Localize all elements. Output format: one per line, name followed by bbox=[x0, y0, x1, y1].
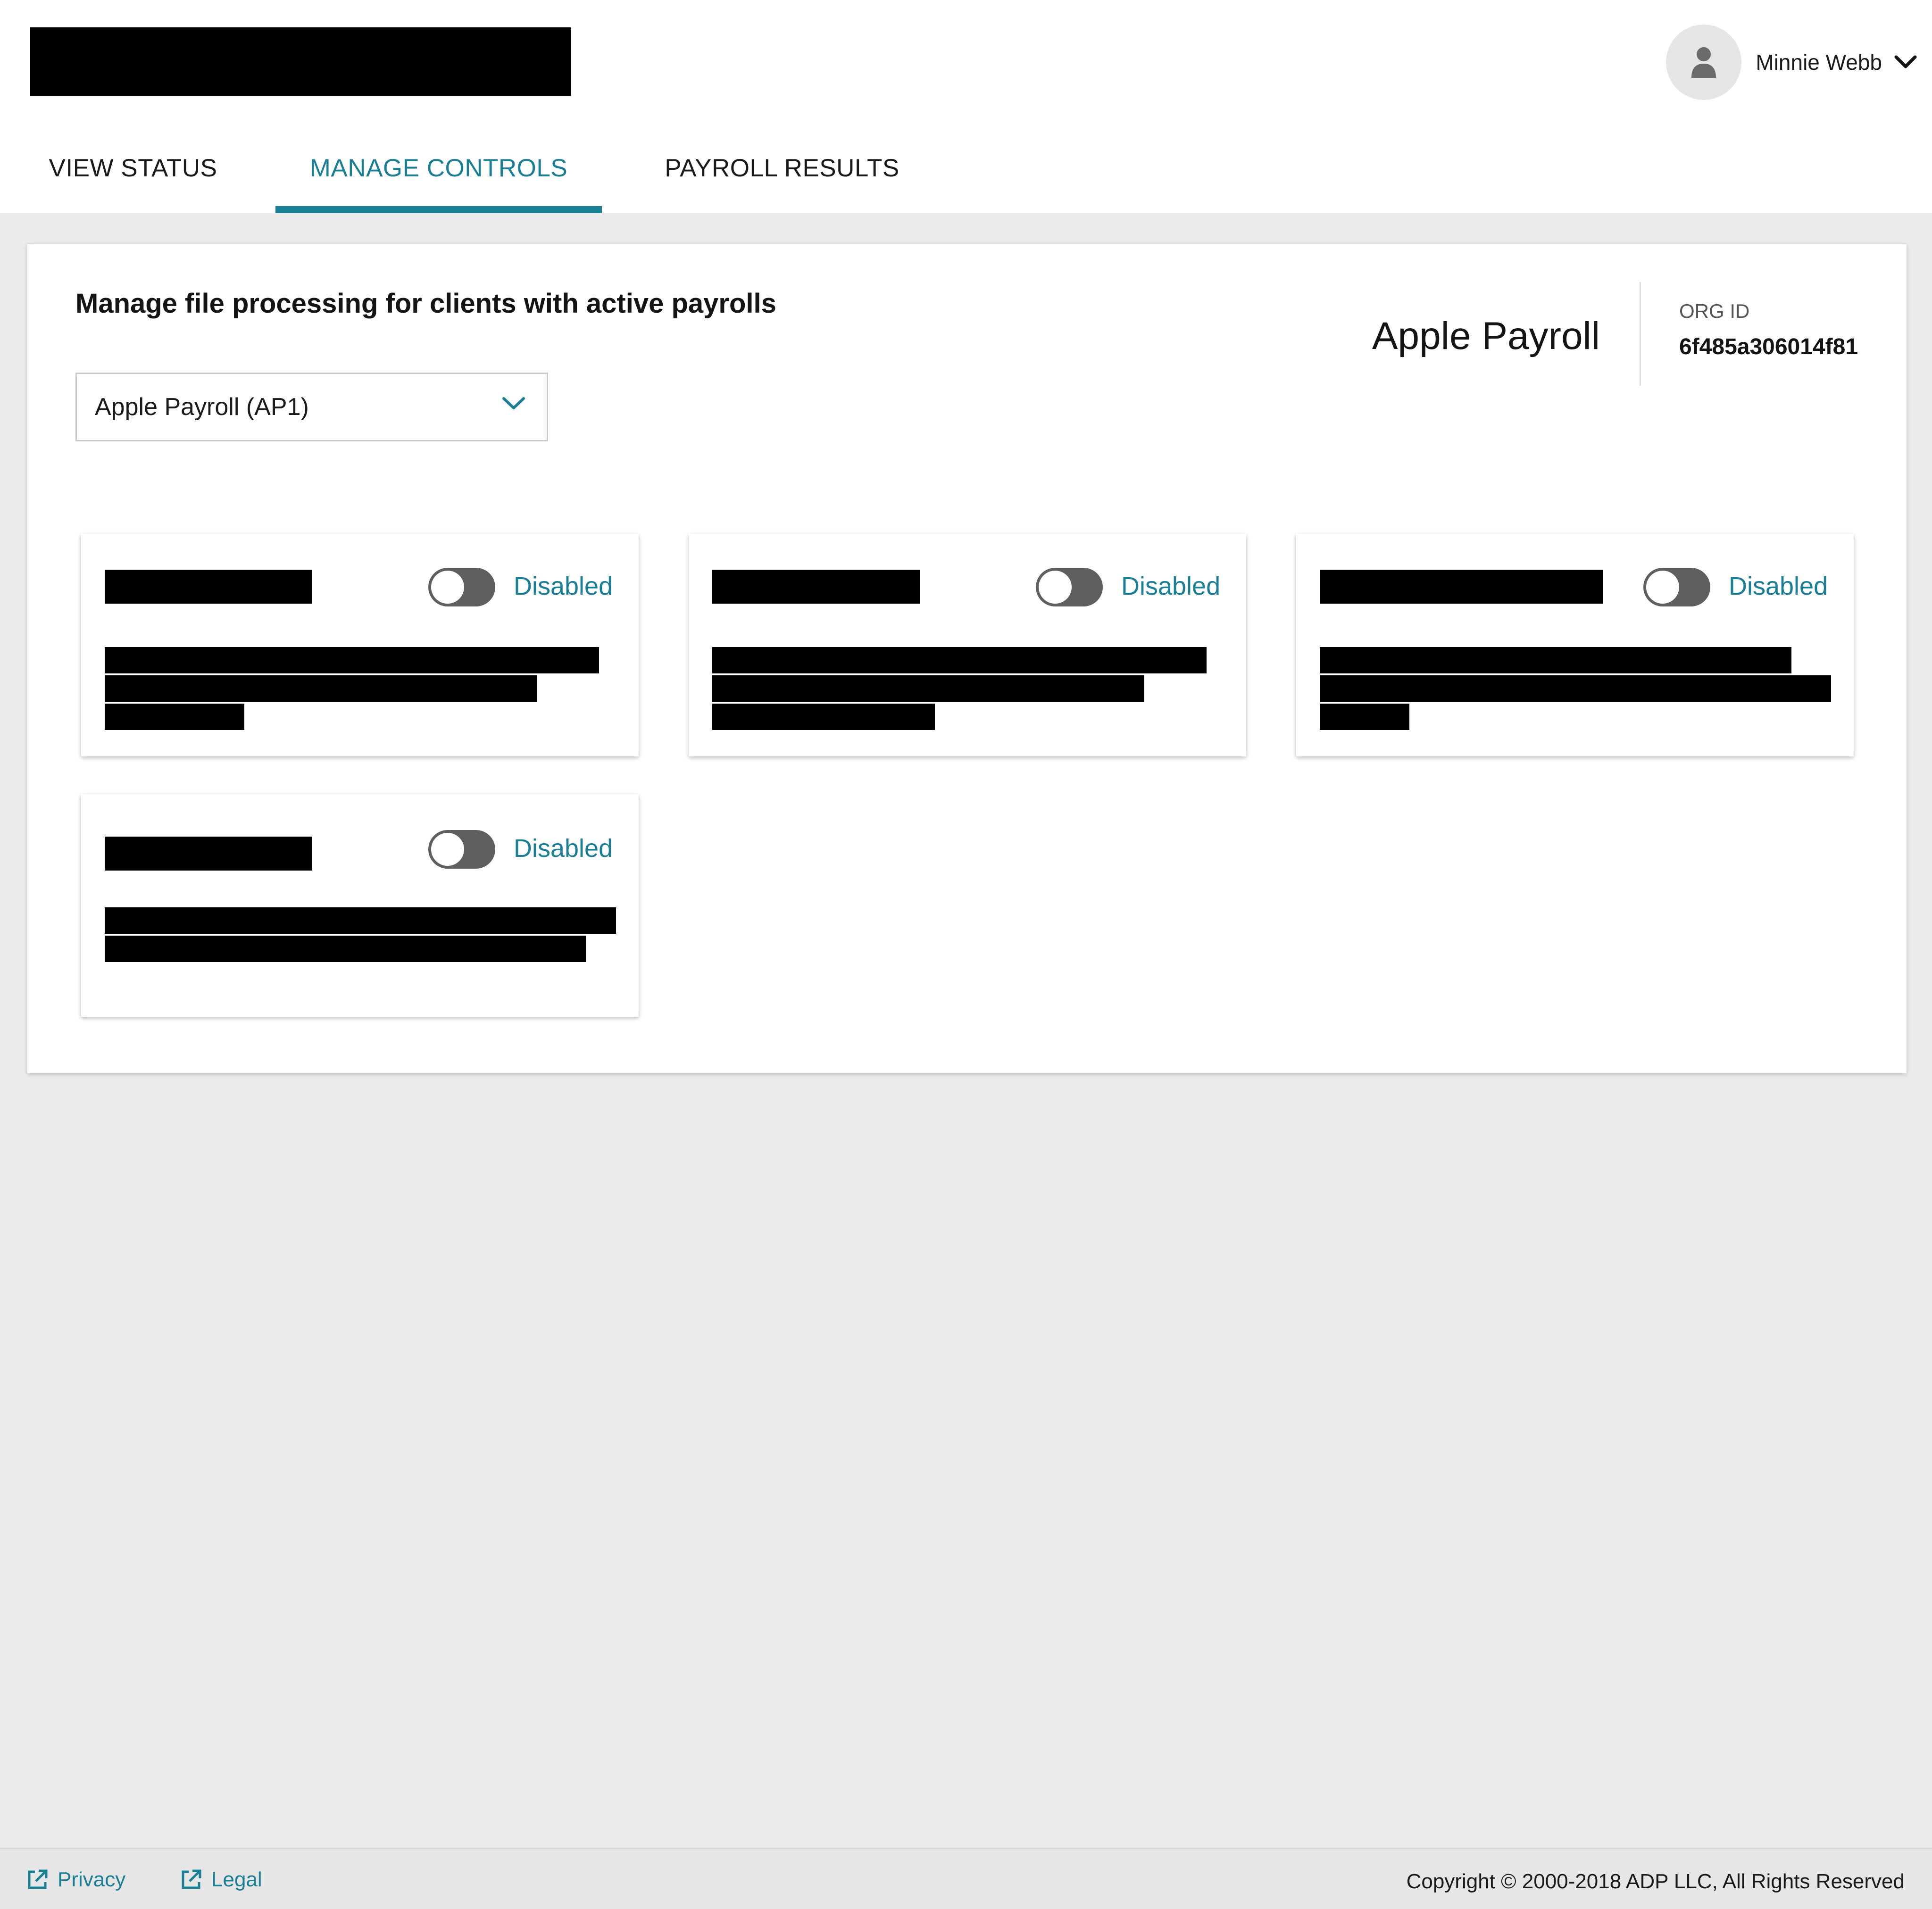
footer: Privacy Legal Copyright © 2000-2018 ADP … bbox=[0, 1848, 1932, 1909]
redacted-text bbox=[105, 704, 244, 730]
redacted-text bbox=[105, 907, 616, 934]
control-toggle[interactable] bbox=[428, 568, 495, 606]
control-card: Disabled bbox=[81, 534, 639, 756]
user-name[interactable]: Minnie Webb bbox=[1756, 50, 1882, 75]
page-title: Manage file processing for clients with … bbox=[75, 288, 776, 319]
tab-bar: VIEW STATUS MANAGE CONTROLS PAYROLL RESU… bbox=[0, 123, 1932, 213]
org-id-label: ORG ID bbox=[1679, 300, 1750, 322]
redacted-text bbox=[1320, 647, 1791, 673]
header: Minnie Webb VIEW STATUS MANAGE CONTROLS … bbox=[0, 0, 1932, 213]
toggle-knob bbox=[431, 571, 464, 604]
redacted-text bbox=[105, 936, 586, 962]
control-toggle[interactable] bbox=[1643, 568, 1710, 606]
privacy-link[interactable]: Privacy bbox=[25, 1868, 125, 1892]
tab-label: MANAGE CONTROLS bbox=[309, 154, 568, 182]
control-toggle[interactable] bbox=[1036, 568, 1103, 606]
redacted-text bbox=[712, 704, 935, 730]
redacted-title bbox=[1320, 570, 1603, 604]
redacted-text bbox=[1320, 704, 1409, 730]
redacted-text bbox=[1320, 675, 1831, 702]
client-select-value: Apple Payroll (AP1) bbox=[95, 393, 309, 421]
redacted-title bbox=[105, 570, 312, 604]
redacted-text bbox=[712, 647, 1207, 673]
redacted-title bbox=[105, 837, 312, 871]
external-link-icon bbox=[28, 1869, 48, 1889]
control-toggle[interactable] bbox=[428, 830, 495, 869]
tab-manage-controls[interactable]: MANAGE CONTROLS bbox=[275, 123, 602, 213]
org-id-value: 6f485a306014f81 bbox=[1679, 334, 1858, 359]
tab-label: PAYROLL RESULTS bbox=[665, 154, 899, 182]
client-select[interactable]: Apple Payroll (AP1) bbox=[75, 373, 548, 441]
app-root: Minnie Webb VIEW STATUS MANAGE CONTROLS … bbox=[0, 0, 1932, 1909]
redacted-text bbox=[712, 675, 1144, 702]
tab-label: VIEW STATUS bbox=[49, 154, 217, 182]
toggle-status[interactable]: Disabled bbox=[1121, 572, 1220, 601]
control-card: Disabled bbox=[1296, 534, 1854, 756]
tab-view-status[interactable]: VIEW STATUS bbox=[37, 123, 229, 213]
toggle-status[interactable]: Disabled bbox=[514, 834, 613, 863]
toggle-status[interactable]: Disabled bbox=[1729, 572, 1828, 601]
control-card: Disabled bbox=[81, 794, 639, 1017]
client-name: Apple Payroll bbox=[1372, 315, 1600, 357]
logo-redacted bbox=[30, 27, 571, 96]
avatar[interactable] bbox=[1666, 25, 1742, 100]
redacted-text bbox=[105, 675, 537, 702]
chevron-down-icon bbox=[501, 396, 526, 414]
toggle-knob bbox=[431, 833, 464, 866]
manage-controls-panel: Manage file processing for clients with … bbox=[27, 244, 1907, 1073]
copyright-text: Copyright © 2000-2018 ADP LLC, All Right… bbox=[1406, 1870, 1905, 1893]
redacted-title bbox=[712, 570, 920, 604]
divider bbox=[1640, 282, 1641, 386]
chevron-down-icon[interactable] bbox=[1894, 54, 1917, 70]
toggle-status[interactable]: Disabled bbox=[514, 572, 613, 601]
privacy-link-label[interactable]: Privacy bbox=[58, 1868, 125, 1892]
control-card: Disabled bbox=[689, 534, 1246, 756]
external-link-icon bbox=[182, 1869, 201, 1889]
toggle-knob bbox=[1646, 571, 1679, 604]
tab-payroll-results[interactable]: PAYROLL RESULTS bbox=[656, 123, 908, 213]
legal-link[interactable]: Legal bbox=[179, 1868, 262, 1892]
toggle-knob bbox=[1039, 571, 1072, 604]
user-icon bbox=[1691, 47, 1716, 78]
user-menu[interactable]: Minnie Webb bbox=[1666, 25, 1917, 100]
redacted-text bbox=[105, 647, 599, 673]
legal-link-label[interactable]: Legal bbox=[211, 1868, 262, 1892]
